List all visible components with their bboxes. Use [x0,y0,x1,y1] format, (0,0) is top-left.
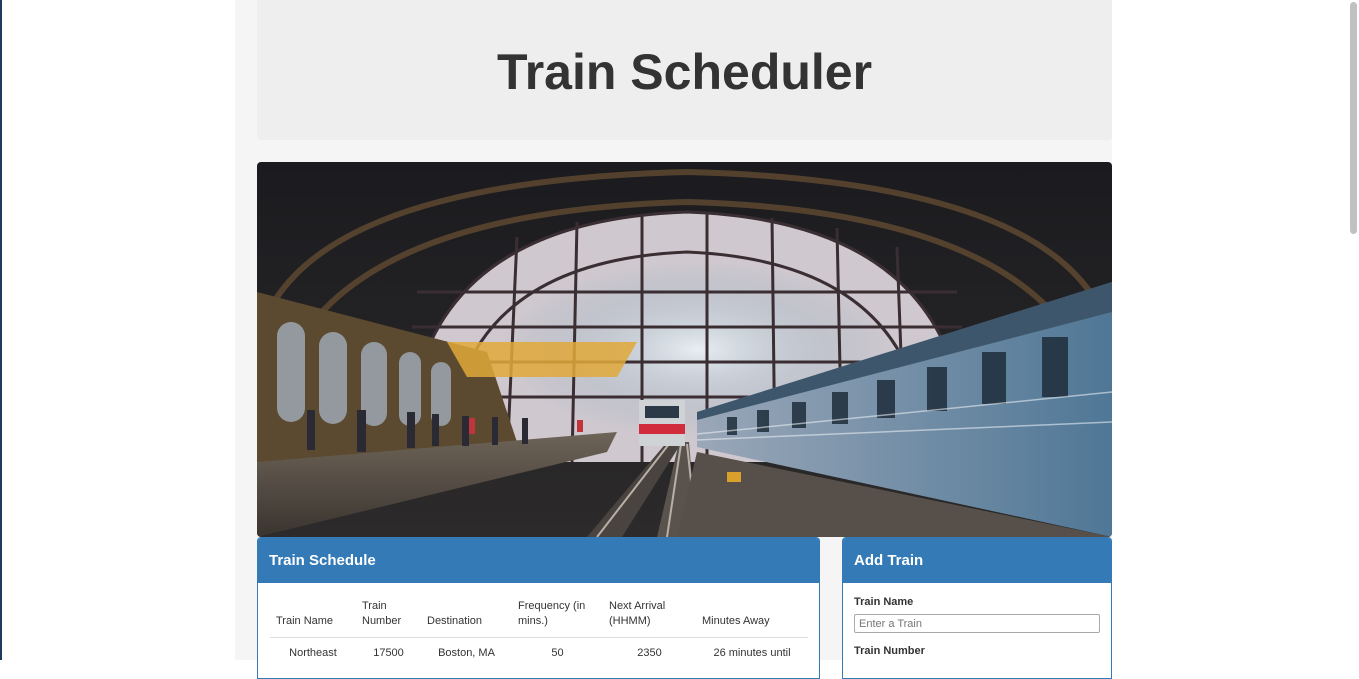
window-edge [0,0,2,660]
col-destination: Destination [421,599,512,638]
col-next-arrival: Next Arrival (HHMM) [603,599,696,638]
page-scrollbar[interactable] [1350,2,1357,234]
cell-frequency: 50 [551,647,564,659]
page-title: Train Scheduler [496,44,873,100]
cell-minutes-away: 26 minutes until [713,647,791,659]
table-row: Northeast 17500 Boston, MA 50 2350 26 mi… [270,638,808,669]
train-schedule-panel: Train Schedule Train Name Train Number D… [257,537,820,679]
main-container: Train Scheduler Train Schedule Train Nam… [235,0,1112,679]
train-name-input[interactable] [854,614,1100,633]
add-train-panel: Add Train Train Name Train Number [842,537,1112,679]
train-station-photo-icon [257,162,1112,537]
train-station-image [257,162,1112,537]
train-schedule-heading: Train Schedule [258,538,819,583]
col-train-name: Train Name [270,599,356,638]
train-number-label: Train Number [854,645,925,657]
cell-train-number: 17500 [373,647,404,659]
cell-destination: Boston, MA [438,647,495,659]
train-name-label: Train Name [854,596,914,608]
col-train-number: Train Number [356,599,421,638]
cell-train-name: Northeast [289,647,337,659]
jumbotron-header: Train Scheduler [257,0,1112,140]
col-minutes-away: Minutes Away [696,599,808,638]
table-header-row: Train Name Train Number Destination Freq… [270,599,808,638]
train-schedule-table: Train Name Train Number Destination Freq… [270,599,808,668]
col-frequency: Frequency (in mins.) [512,599,603,638]
add-train-heading: Add Train [843,538,1111,583]
cell-next-arrival: 2350 [637,647,662,659]
